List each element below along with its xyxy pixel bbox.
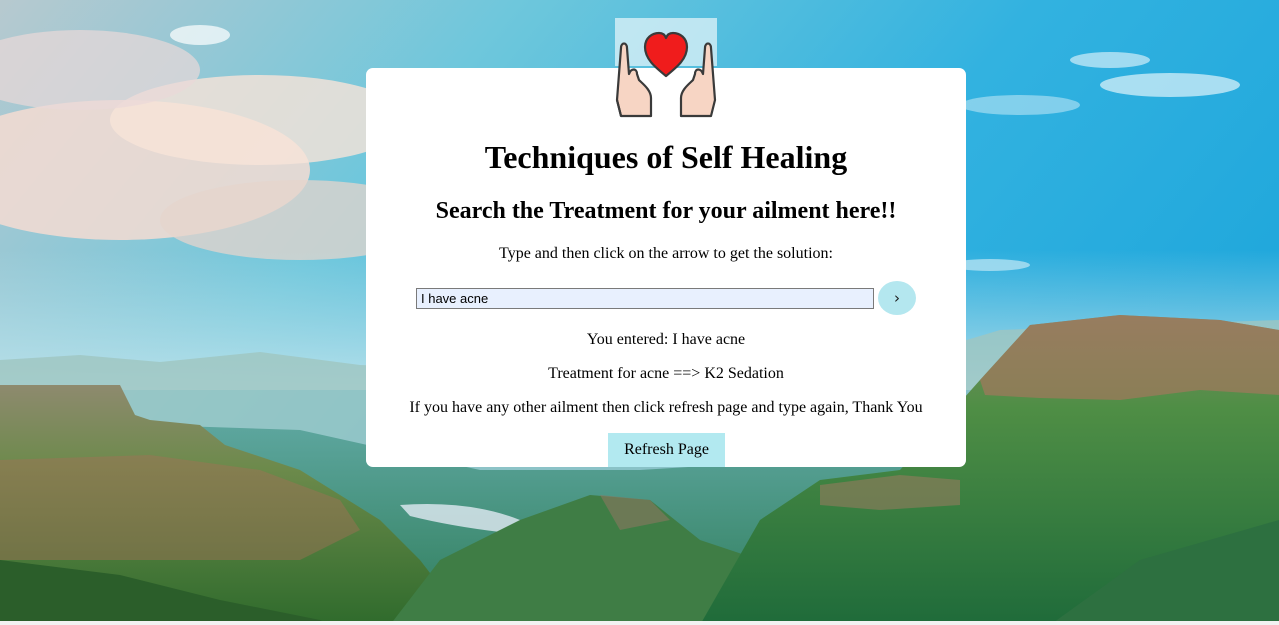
ailment-search-input[interactable] [416,288,874,309]
healing-card: Techniques of Self Healing Search the Tr… [366,68,966,467]
hands-holding-heart-icon [615,18,717,118]
treatment-result: Treatment for acne ==> K2 Sedation [548,365,784,382]
page-title: Techniques of Self Healing [484,139,848,175]
page-subtitle: Search the Treatment for your ailment he… [435,198,897,224]
refresh-note: If you have any other ailment then click… [409,399,923,416]
entered-text: You entered: I have acne [586,331,746,348]
refresh-page-button[interactable]: Refresh Page [608,433,725,467]
instruction-text: Type and then click on the arrow to get … [499,245,833,262]
submit-arrow-button[interactable]: › [878,281,916,315]
